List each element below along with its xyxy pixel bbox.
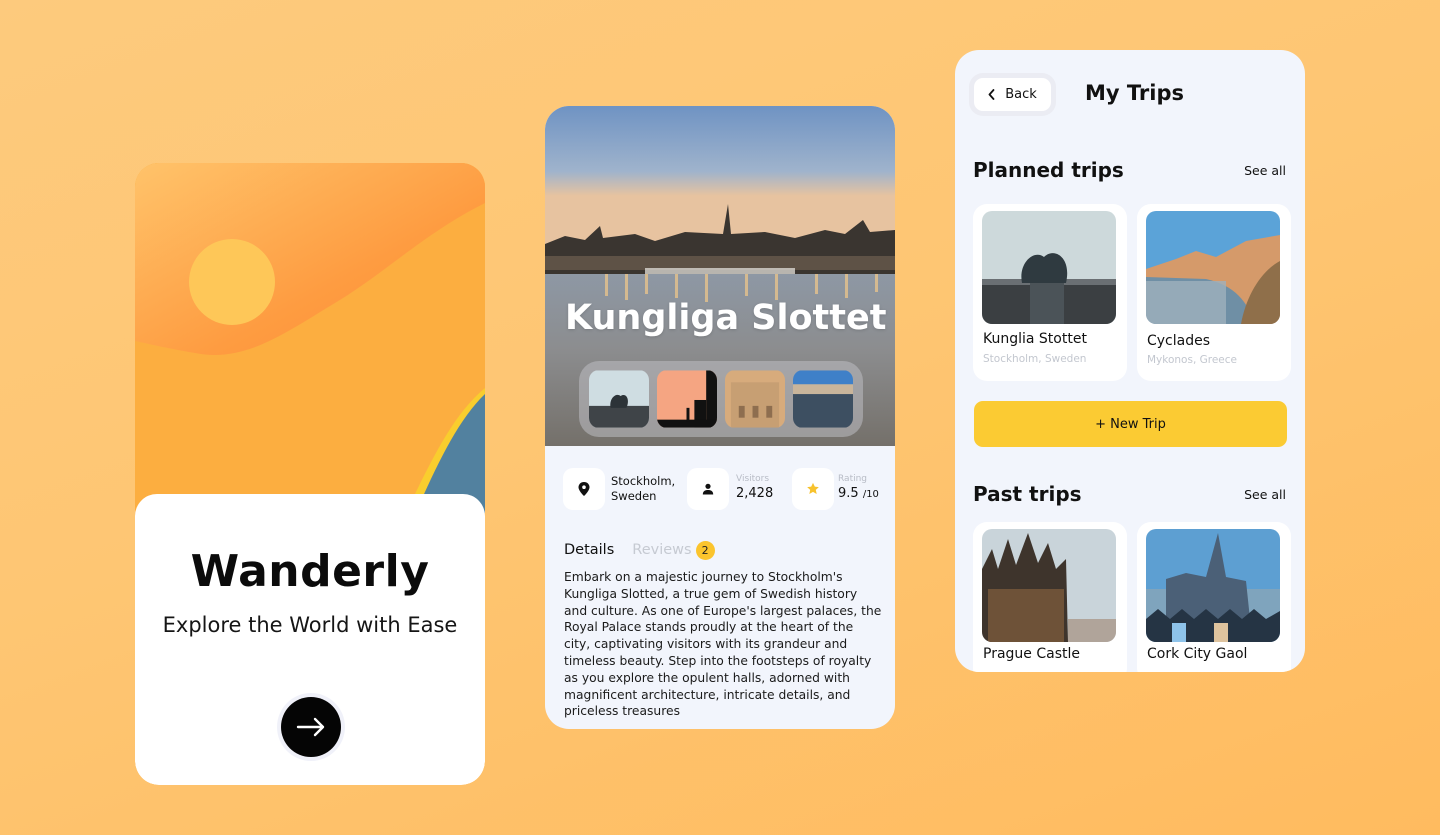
- gallery-thumb-harbor[interactable]: [793, 370, 853, 428]
- destination-description: Embark on a majestic journey to Stockhol…: [564, 570, 882, 719]
- reviews-count-badge: 2: [695, 540, 715, 560]
- tab-details[interactable]: Details: [564, 542, 614, 558]
- get-started-button[interactable]: [281, 697, 341, 757]
- gallery-thumb-facade[interactable]: [725, 370, 785, 428]
- trip-location: Stockholm, Sweden: [983, 353, 1087, 365]
- arrow-right-icon: [296, 717, 325, 737]
- back-label: Back: [1005, 87, 1037, 102]
- splash-card: Wanderly Explore the World with Ease: [135, 494, 485, 785]
- trip-photo: [1146, 529, 1280, 642]
- location-text: Stockholm, Sweden: [611, 474, 676, 503]
- trip-name: Cyclades: [1147, 333, 1211, 349]
- past-trips-title: Past trips: [973, 482, 1082, 506]
- gallery-thumb-sunset[interactable]: [657, 370, 717, 428]
- planned-trips-title: Planned trips: [973, 158, 1124, 182]
- person-icon: [702, 483, 714, 495]
- rating-icon-box: [792, 468, 834, 510]
- trip-name: Cork City Gaol: [1147, 646, 1248, 662]
- trip-location: Mykonos, Greece: [1147, 354, 1238, 366]
- location-icon-box: [563, 468, 605, 510]
- map-pin-icon: [578, 482, 590, 496]
- new-trip-button[interactable]: + New Trip: [974, 401, 1287, 447]
- planned-see-all-link[interactable]: See all: [1244, 163, 1286, 178]
- app-tagline: Explore the World with Ease: [162, 613, 458, 637]
- past-trip-card[interactable]: Cork City Gaol: [1137, 522, 1291, 672]
- page-title: My Trips: [1085, 81, 1185, 105]
- past-trip-card[interactable]: Prague Castle: [973, 522, 1127, 672]
- tab-reviews[interactable]: Reviews: [632, 542, 691, 558]
- hero-photo: Kungliga Slottet: [545, 106, 895, 446]
- sun-circle: [189, 239, 275, 325]
- planned-trip-card[interactable]: Cyclades Mykonos, Greece: [1137, 204, 1291, 381]
- chevron-left-icon: [988, 89, 995, 100]
- visitors-stat: Visitors 2,428: [736, 474, 774, 501]
- gallery-thumb-statue[interactable]: [589, 370, 649, 428]
- past-see-all-link[interactable]: See all: [1244, 487, 1286, 502]
- destination-title: Kungliga Slottet: [565, 298, 887, 338]
- planned-trip-card[interactable]: Kunglia Stottet Stockholm, Sweden: [973, 204, 1127, 381]
- trip-photo: [982, 211, 1116, 324]
- back-button[interactable]: Back: [974, 78, 1051, 111]
- stats-row: Stockholm, Sweden Visitors 2,428 Rating …: [563, 468, 883, 510]
- splash-illustration: [135, 163, 485, 513]
- trip-photo: [1146, 211, 1280, 324]
- photo-gallery: [579, 361, 863, 437]
- trip-photo: [982, 529, 1116, 642]
- app-brand: Wanderly: [190, 546, 430, 597]
- my-trips-screen: Back My Trips Planned trips See all Kung…: [955, 50, 1305, 672]
- destination-detail-screen: Kungliga Slottet Stockholm, Sweden Visit…: [545, 106, 895, 729]
- star-icon: [807, 482, 819, 494]
- trip-name: Prague Castle: [983, 646, 1080, 662]
- splash-screen: Wanderly Explore the World with Ease: [135, 163, 485, 785]
- trip-name: Kunglia Stottet: [983, 331, 1087, 347]
- rating-stat: Rating 9.5 /10: [838, 474, 879, 501]
- visitors-icon-box: [687, 468, 729, 510]
- detail-tabs: Details Reviews 2: [564, 540, 715, 560]
